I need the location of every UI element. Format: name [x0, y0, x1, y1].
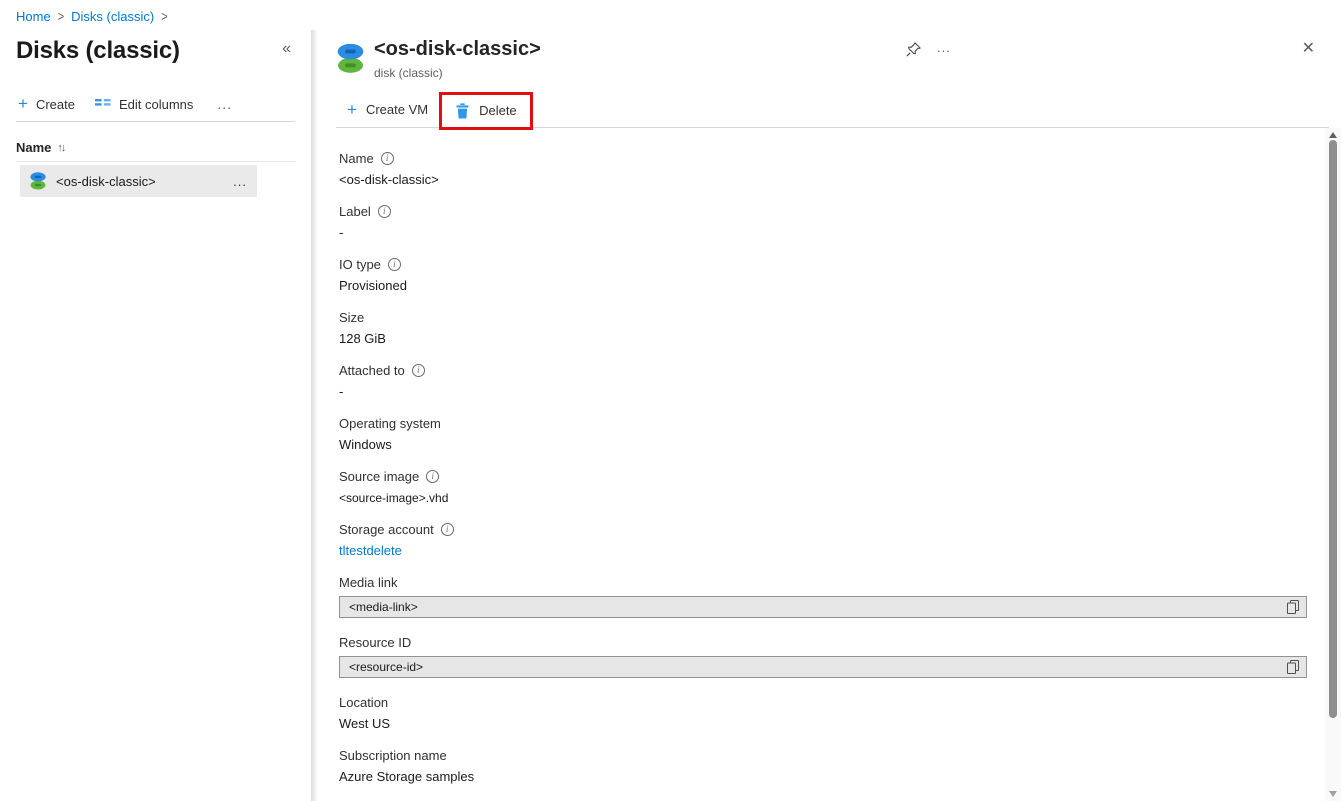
row-context-menu-icon[interactable]: ...: [233, 174, 247, 189]
create-button-label: Create: [35, 96, 75, 112]
disk-row-label: <os-disk-classic>: [56, 173, 156, 189]
copy-icon[interactable]: [1287, 660, 1299, 674]
field-value: 128 GiB: [339, 331, 386, 346]
breadcrumb-separator-icon: >: [57, 9, 65, 24]
blade-divider: [311, 30, 318, 801]
collapse-panel-icon[interactable]: «: [278, 36, 295, 62]
edit-columns-button[interactable]: Edit columns: [94, 96, 194, 112]
field-attached-to: Attached to i -: [339, 361, 1307, 401]
toolbar-more-icon[interactable]: ...: [213, 96, 236, 112]
field-label: Label: [339, 204, 371, 219]
field-name: Name i <os-disk-classic>: [339, 149, 1307, 189]
disk-icon: [337, 43, 364, 79]
field-value: Azure Storage samples: [339, 769, 475, 784]
field-operating-system: Operating system Windows: [339, 414, 1307, 454]
field-label: Location: [339, 695, 389, 710]
copy-icon[interactable]: [1287, 600, 1299, 614]
field-value: <source-image>.vhd: [339, 491, 449, 505]
field-location: Location West US: [339, 693, 1307, 733]
detail-more-icon[interactable]: ...: [937, 40, 951, 55]
field-subscription-name: Subscription name Azure Storage samples: [339, 746, 1307, 786]
disks-list-panel: Disks (classic) « + Create Edit columns …: [0, 30, 311, 801]
delete-button[interactable]: Delete: [455, 102, 517, 119]
detail-subtitle: disk (classic): [374, 66, 443, 80]
field-source-image: Source image i <source-image>.vhd: [339, 467, 1307, 507]
info-icon[interactable]: i: [380, 151, 394, 165]
delete-highlight-annotation: Delete: [439, 91, 533, 130]
detail-fields: Name i <os-disk-classic> Label i - IO type…: [318, 128, 1341, 786]
create-vm-button[interactable]: + Create VM: [347, 99, 429, 119]
field-label: Operating system: [339, 416, 441, 431]
disk-list-item[interactable]: <os-disk-classic> ...: [20, 165, 257, 197]
breadcrumb-separator-icon: >: [161, 9, 168, 24]
delete-label: Delete: [479, 103, 517, 118]
edit-columns-icon: [94, 98, 111, 110]
info-icon[interactable]: i: [377, 204, 391, 218]
vertical-scrollbar[interactable]: [1325, 128, 1341, 801]
field-label: Media link: [339, 575, 398, 590]
sort-icon: ↑↓: [57, 141, 66, 154]
field-label-tag: Label i -: [339, 202, 1307, 242]
field-value: Provisioned: [339, 278, 407, 293]
scrollbar-thumb[interactable]: [1329, 140, 1337, 718]
field-value: <os-disk-classic>: [339, 172, 439, 187]
field-media-link: Media link <media-link>: [339, 573, 1307, 618]
info-icon[interactable]: i: [426, 469, 440, 483]
field-value: Windows: [339, 437, 392, 452]
info-icon[interactable]: i: [387, 257, 401, 271]
field-label: Resource ID: [339, 635, 412, 650]
field-value: -: [339, 384, 344, 399]
create-button[interactable]: + Create: [18, 94, 75, 113]
field-value: -: [339, 225, 344, 240]
breadcrumb-home-link[interactable]: Home: [16, 9, 51, 24]
name-column-label: Name: [16, 140, 52, 155]
field-resource-id: Resource ID <resource-id>: [339, 633, 1307, 678]
name-column-header[interactable]: Name ↑↓: [16, 140, 295, 162]
field-label: Name: [339, 151, 374, 166]
breadcrumb: Home > Disks (classic) >: [16, 9, 175, 24]
field-label: Subscription name: [339, 748, 447, 763]
info-icon[interactable]: i: [440, 522, 454, 536]
scroll-down-icon[interactable]: [1329, 791, 1337, 797]
edit-columns-label: Edit columns: [118, 96, 194, 112]
info-icon[interactable]: i: [411, 363, 425, 377]
field-storage-account: Storage account i tltestdelete: [339, 520, 1307, 560]
field-size: Size 128 GiB: [339, 308, 1307, 348]
storage-account-link[interactable]: tltestdelete: [339, 539, 1307, 560]
field-value: West US: [339, 716, 391, 731]
field-io-type: IO type i Provisioned: [339, 255, 1307, 295]
resource-id-value: <resource-id>: [349, 660, 424, 674]
list-toolbar: + Create Edit columns ...: [16, 94, 295, 122]
page-title: Disks (classic): [16, 37, 180, 64]
media-link-textbox[interactable]: <media-link>: [339, 596, 1307, 618]
trash-icon: [455, 102, 470, 119]
disk-detail-panel: <os-disk-classic> disk (classic) ... ✕ +…: [318, 0, 1341, 801]
field-label: Storage account: [339, 522, 434, 537]
resource-id-textbox[interactable]: <resource-id>: [339, 656, 1307, 678]
media-link-value: <media-link>: [349, 600, 418, 614]
scroll-up-icon[interactable]: [1329, 132, 1337, 138]
pin-icon[interactable]: [905, 41, 922, 63]
field-label: Size: [339, 310, 365, 325]
field-label: IO type: [339, 257, 381, 272]
plus-icon: +: [347, 99, 357, 119]
disk-icon: [30, 172, 46, 190]
close-icon[interactable]: ✕: [1302, 39, 1315, 59]
field-label: Source image: [339, 469, 420, 484]
detail-header: <os-disk-classic> disk (classic) ... ✕: [318, 0, 1341, 92]
detail-title: <os-disk-classic>: [374, 38, 541, 60]
breadcrumb-disks-classic-link[interactable]: Disks (classic): [71, 9, 154, 24]
create-vm-label: Create VM: [365, 102, 429, 117]
plus-icon: +: [18, 94, 28, 113]
command-bar: + Create VM Delete: [336, 91, 1329, 130]
field-label: Attached to: [339, 363, 405, 378]
